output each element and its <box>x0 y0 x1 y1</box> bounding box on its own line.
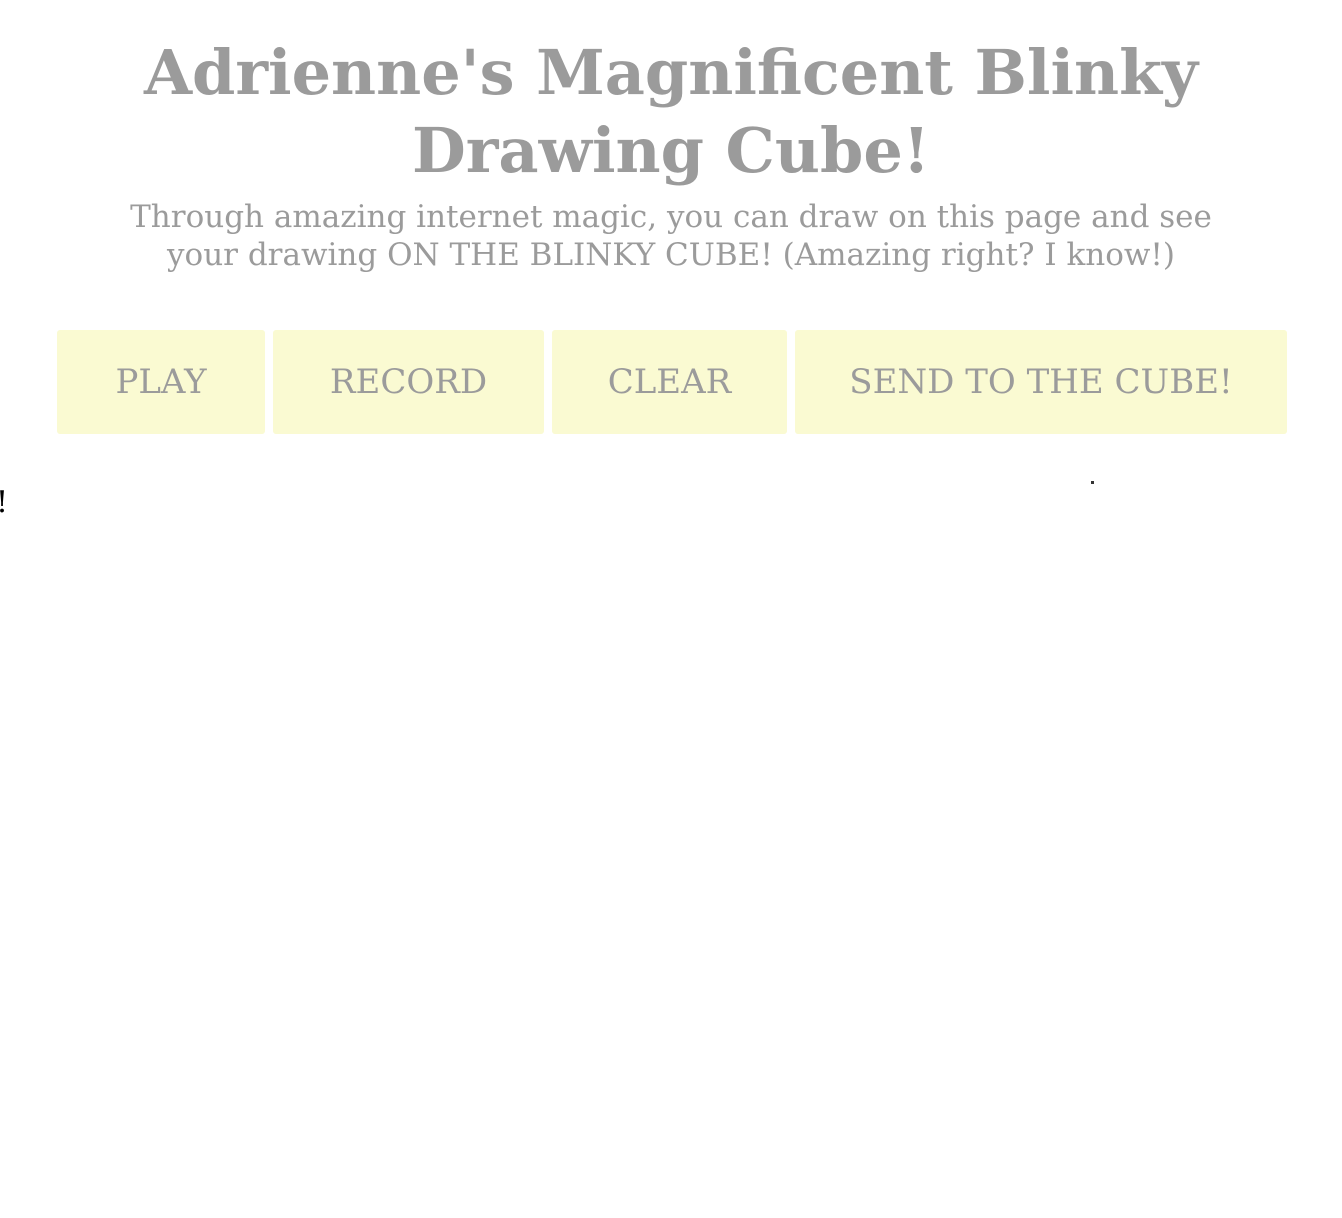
cursor-dot-icon <box>1091 481 1094 484</box>
send-to-cube-button[interactable]: SEND TO THE CUBE! <box>795 330 1287 434</box>
drawing-canvas[interactable] <box>0 448 1342 1218</box>
play-button[interactable]: PLAY <box>57 330 265 434</box>
clear-button[interactable]: CLEAR <box>552 330 787 434</box>
clipped-text-fragment: ! <box>0 486 8 520</box>
toolbar: PLAY RECORD CLEAR SEND TO THE CUBE! <box>57 330 1287 434</box>
page-title: Adrienne's Magnificent Blinky Drawing Cu… <box>143 36 1199 187</box>
page-subtitle: Through amazing internet magic, you can … <box>130 199 1212 273</box>
record-button[interactable]: RECORD <box>273 330 544 434</box>
